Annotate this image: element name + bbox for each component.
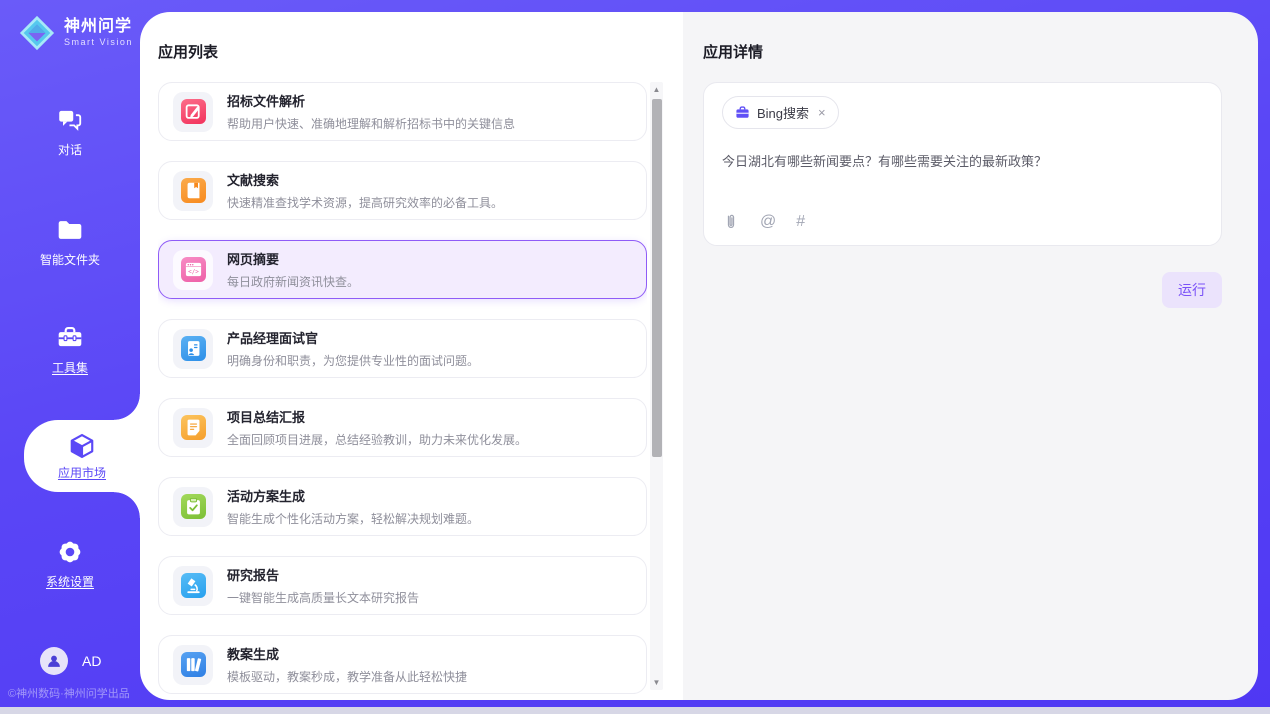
scrollbar[interactable]: ▲ ▼ [650, 82, 663, 690]
app-card-text: 活动方案生成智能生成个性化活动方案，轻松解决规划难题。 [227, 486, 479, 527]
memo-icon [181, 415, 206, 440]
folder-icon [56, 216, 84, 244]
toolbox-icon [56, 324, 84, 352]
app-card-desc: 每日政府新闻资讯快查。 [227, 273, 359, 290]
app-card[interactable]: 教案生成模板驱动，教案秒成，教学准备从此轻松快捷 [158, 635, 647, 694]
main-panel: 应用列表 招标文件解析帮助用户快速、准确地理解和解析招标书中的关键信息文献搜索快… [140, 12, 1258, 700]
microscope-icon [181, 573, 206, 598]
app-card-title: 活动方案生成 [227, 486, 479, 505]
browser-code-icon: </> [181, 257, 206, 282]
app-card-text: 项目总结汇报全面回顾项目进展，总结经验教训，助力未来优化发展。 [227, 407, 527, 448]
sidebar-item-label: 应用市场 [58, 464, 106, 481]
scroll-thumb[interactable] [652, 99, 662, 457]
sidebar-item-5[interactable]: 系统设置 [0, 538, 140, 590]
tool-chip[interactable]: Bing搜索 × [722, 96, 839, 129]
app-card-desc: 模板驱动，教案秒成，教学准备从此轻松快捷 [227, 668, 467, 685]
chat-icon [56, 106, 84, 134]
scroll-down-icon[interactable]: ▼ [650, 678, 663, 687]
pen-square-icon [181, 99, 206, 124]
app-list-title: 应用列表 [158, 41, 218, 62]
app-card[interactable]: 招标文件解析帮助用户快速、准确地理解和解析招标书中的关键信息 [158, 82, 647, 141]
sidebar-item-label: 智能文件夹 [40, 251, 100, 268]
user-avatar[interactable] [40, 647, 68, 675]
app-card-desc: 快速精准查找学术资源，提高研究效率的必备工具。 [227, 194, 503, 211]
app-detail-title: 应用详情 [703, 41, 763, 62]
app-card-desc: 明确身份和职责，为您提供专业性的面试问题。 [227, 352, 479, 369]
app-card-list: 招标文件解析帮助用户快速、准确地理解和解析招标书中的关键信息文献搜索快速精准查找… [158, 82, 647, 700]
app-card-text: 教案生成模板驱动，教案秒成，教学准备从此轻松快捷 [227, 644, 467, 685]
app-card-badge [173, 408, 213, 448]
app-card-badge: </> [173, 250, 213, 290]
sidebar-item-1[interactable]: 对话 [0, 106, 140, 158]
app-card-desc: 一键智能生成高质量长文本研究报告 [227, 589, 419, 606]
app-card-title: 网页摘要 [227, 249, 359, 268]
avatar-label: AD [82, 653, 101, 669]
user-row[interactable]: AD [40, 647, 101, 675]
app-card-text: 招标文件解析帮助用户快速、准确地理解和解析招标书中的关键信息 [227, 91, 515, 132]
app-card-badge [173, 487, 213, 527]
sidebar-item-3[interactable]: 工具集 [0, 324, 140, 376]
sidebar-item-4[interactable]: 应用市场 [24, 420, 140, 492]
app-card[interactable]: 研究报告一键智能生成高质量长文本研究报告 [158, 556, 647, 615]
app-card-title: 招标文件解析 [227, 91, 515, 110]
resume-icon [181, 336, 206, 361]
run-button[interactable]: 运行 [1162, 272, 1222, 308]
cube-icon [68, 432, 96, 460]
brand-name: 神州问学 [64, 18, 133, 36]
app-card[interactable]: 产品经理面试官明确身份和职责，为您提供专业性的面试问题。 [158, 319, 647, 378]
clipboard-check-icon [181, 494, 206, 519]
app-detail-panel: 应用详情 Bing搜索 × 今日湖北有哪些新闻要点？有哪些需要关注的最新政策？ … [683, 12, 1258, 700]
app-card-text: 文献搜索快速精准查找学术资源，提高研究效率的必备工具。 [227, 170, 503, 211]
hash-icon[interactable]: # [796, 213, 805, 231]
app-card-title: 项目总结汇报 [227, 407, 527, 426]
app-card-badge [173, 171, 213, 211]
app-card-badge [173, 92, 213, 132]
gear-icon [56, 538, 84, 566]
logo-icon [18, 14, 56, 52]
paperclip-icon[interactable] [722, 213, 740, 231]
query-input[interactable]: 今日湖北有哪些新闻要点？有哪些需要关注的最新政策？ [722, 152, 1203, 213]
app-card-title: 产品经理面试官 [227, 328, 479, 347]
sidebar: 神州问学 Smart Vision 对话智能文件夹工具集应用市场系统设置 AD … [0, 0, 140, 707]
app-card-badge [173, 329, 213, 369]
app-card-desc: 全面回顾项目进展，总结经验教训，助力未来优化发展。 [227, 431, 527, 448]
bottom-strip [0, 707, 1270, 714]
composer-card: Bing搜索 × 今日湖北有哪些新闻要点？有哪些需要关注的最新政策？ @ # [703, 82, 1222, 246]
app-card-title: 教案生成 [227, 644, 467, 663]
brand-subtitle: Smart Vision [64, 38, 133, 48]
briefcase-icon [735, 105, 750, 120]
app-card-text: 产品经理面试官明确身份和职责，为您提供专业性的面试问题。 [227, 328, 479, 369]
sidebar-item-label: 对话 [58, 141, 82, 158]
sidebar-item-label: 工具集 [52, 359, 88, 376]
app-card[interactable]: 项目总结汇报全面回顾项目进展，总结经验教训，助力未来优化发展。 [158, 398, 647, 457]
app-card-desc: 智能生成个性化活动方案，轻松解决规划难题。 [227, 510, 479, 527]
sidebar-footer-text: ©神州数码·神州问学出品 [8, 685, 130, 701]
book-icon [181, 178, 206, 203]
app-card-desc: 帮助用户快速、准确地理解和解析招标书中的关键信息 [227, 115, 515, 132]
app-card-text: 网页摘要每日政府新闻资讯快查。 [227, 249, 359, 290]
sidebar-item-2[interactable]: 智能文件夹 [0, 216, 140, 268]
books-icon [181, 652, 206, 677]
app-card-badge [173, 566, 213, 606]
person-icon [45, 652, 63, 670]
app-list-panel: 应用列表 招标文件解析帮助用户快速、准确地理解和解析招标书中的关键信息文献搜索快… [140, 12, 683, 700]
app-card[interactable]: </> 网页摘要每日政府新闻资讯快查。 [158, 240, 647, 299]
mention-icon[interactable]: @ [760, 213, 776, 231]
tool-chip-label: Bing搜索 [757, 103, 809, 122]
app-card-title: 文献搜索 [227, 170, 503, 189]
brand: 神州问学 Smart Vision [18, 14, 133, 52]
chip-close-icon[interactable]: × [818, 105, 826, 120]
composer-toolbar: @ # [722, 213, 1203, 231]
scroll-up-icon[interactable]: ▲ [650, 85, 663, 94]
svg-text:</>: </> [188, 269, 199, 276]
app-card-badge [173, 645, 213, 685]
sidebar-item-label: 系统设置 [46, 573, 94, 590]
app-card[interactable]: 活动方案生成智能生成个性化活动方案，轻松解决规划难题。 [158, 477, 647, 536]
app-card[interactable]: 文献搜索快速精准查找学术资源，提高研究效率的必备工具。 [158, 161, 647, 220]
app-card-title: 研究报告 [227, 565, 419, 584]
app-card-text: 研究报告一键智能生成高质量长文本研究报告 [227, 565, 419, 606]
